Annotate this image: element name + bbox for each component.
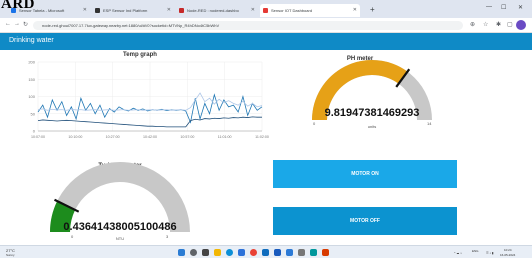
tray-icons[interactable]: ^ ☁ ⌁: [454, 251, 462, 255]
turbidity-gauge-min: 0: [71, 234, 74, 239]
turbidity-gauge-units: NTU: [115, 236, 125, 241]
turbidity-gauge-max: 3: [166, 234, 169, 239]
word-icon[interactable]: [274, 249, 281, 256]
search-icon[interactable]: [190, 249, 197, 256]
weather-text: Sunny: [6, 253, 15, 257]
arduino-icon[interactable]: [310, 249, 317, 256]
edge-icon[interactable]: [226, 249, 233, 256]
clock-time[interactable]: 10:24: [504, 248, 512, 252]
chrome-icon[interactable]: [250, 249, 257, 256]
network-volume-icons[interactable]: ☰ ♪ ▮: [486, 251, 494, 255]
watermark: ARD: [1, 0, 35, 12]
vscode-icon[interactable]: [286, 249, 293, 256]
motor-on-button[interactable]: MOTOR ON: [273, 160, 457, 188]
store-icon[interactable]: [238, 249, 245, 256]
screen: ARD Sensor Tabela - Microsoft ✕ ESP Sens…: [0, 0, 532, 258]
motor-off-button[interactable]: MOTOR OFF: [273, 207, 457, 235]
file-explorer-icon[interactable]: [214, 249, 221, 256]
taskbar: 27°C Sunny ^ ☁ ⌁ ENG ☰ ♪ ▮ 10:24 16-05-2…: [0, 245, 532, 258]
clock-date[interactable]: 16-05-2024: [500, 253, 515, 257]
language-indicator[interactable]: ENG: [472, 249, 479, 253]
photos-icon[interactable]: [322, 249, 329, 256]
task-view-icon[interactable]: [202, 249, 209, 256]
windows-start-icon[interactable]: [178, 249, 185, 256]
turbidity-gauge-value: 0.43641438005100486: [63, 221, 177, 233]
mail-icon[interactable]: [262, 249, 269, 256]
settings-icon[interactable]: [298, 249, 305, 256]
